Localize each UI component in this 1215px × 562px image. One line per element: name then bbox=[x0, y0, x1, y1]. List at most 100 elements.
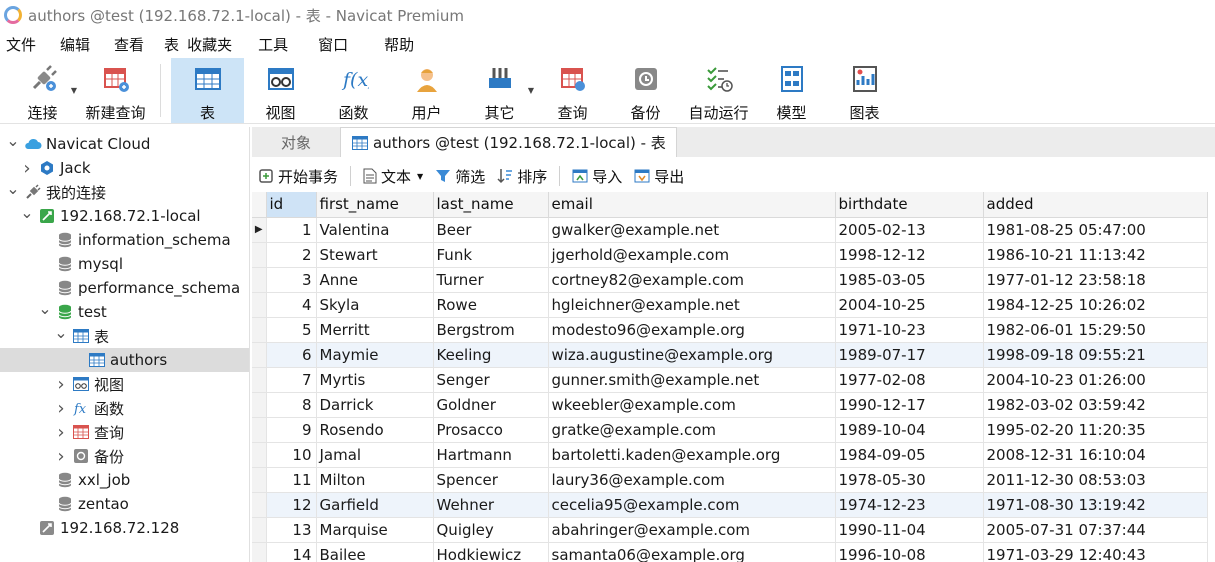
row-marker[interactable] bbox=[252, 242, 267, 268]
function-button[interactable]: f(x) 函数 bbox=[317, 58, 390, 123]
table-row[interactable]: 4 Skyla Rowe hgleichner@example.net 2004-10-… bbox=[252, 292, 1208, 318]
cell-birthdate[interactable]: 1977-02-08 bbox=[835, 367, 984, 393]
row-marker[interactable] bbox=[252, 317, 267, 343]
nav-item-information-schema[interactable]: information_schema bbox=[0, 228, 249, 252]
tab-authors-table[interactable]: authors @test (192.168.72.1-local) - 表 bbox=[340, 127, 677, 157]
cell-last-name[interactable]: Keeling bbox=[433, 342, 549, 368]
cell-added[interactable]: 2008-12-31 16:10:04 bbox=[983, 442, 1208, 468]
cell-birthdate[interactable]: 2005-02-13 bbox=[835, 217, 984, 243]
chevron-down-icon[interactable]: ⌄ bbox=[6, 179, 20, 198]
nav-item-192-168-72-1-local[interactable]: ⌄ 192.168.72.1-local bbox=[0, 203, 249, 228]
new-query-button[interactable]: 新建查询 bbox=[79, 58, 152, 123]
cell-email[interactable]: gwalker@example.net bbox=[548, 217, 836, 243]
cell-id[interactable]: 9 bbox=[266, 417, 317, 443]
cell-birthdate[interactable]: 1971-10-23 bbox=[835, 317, 984, 343]
cell-id[interactable]: 5 bbox=[266, 317, 317, 343]
cell-first-name[interactable]: Jamal bbox=[316, 442, 434, 468]
nav-item-mysql[interactable]: mysql bbox=[0, 252, 249, 276]
cell-added[interactable]: 1995-02-20 11:20:35 bbox=[983, 417, 1208, 443]
cell-first-name[interactable]: Darrick bbox=[316, 392, 434, 418]
table-row[interactable]: 5 Merritt Bergstrom modesto96@example.org 19… bbox=[252, 317, 1208, 343]
cell-added[interactable]: 2004-10-23 01:26:00 bbox=[983, 367, 1208, 393]
column-header-birthdate[interactable]: birthdate bbox=[835, 192, 984, 218]
cell-email[interactable]: bartoletti.kaden@example.org bbox=[548, 442, 836, 468]
cell-first-name[interactable]: Anne bbox=[316, 267, 434, 293]
cell-email[interactable]: cecelia95@example.com bbox=[548, 492, 836, 518]
row-marker[interactable] bbox=[252, 267, 267, 293]
cell-added[interactable]: 1984-12-25 10:26:02 bbox=[983, 292, 1208, 318]
cell-id[interactable]: 10 bbox=[266, 442, 317, 468]
sort-button[interactable]: 排序 bbox=[491, 166, 553, 187]
menu-favorites[interactable]: 收藏夹 bbox=[181, 34, 238, 55]
row-marker[interactable] bbox=[252, 417, 267, 443]
other-dropdown-icon[interactable]: ▼ bbox=[528, 86, 534, 95]
chevron-right-icon[interactable]: › bbox=[54, 446, 68, 467]
query-button[interactable]: 查询 bbox=[536, 58, 609, 123]
cell-birthdate[interactable]: 1989-10-04 bbox=[835, 417, 984, 443]
cell-last-name[interactable]: Hodkiewicz bbox=[433, 542, 549, 562]
menu-view[interactable]: 查看 bbox=[108, 34, 150, 55]
cell-birthdate[interactable]: 1989-07-17 bbox=[835, 342, 984, 368]
column-header-last-name[interactable]: last_name bbox=[433, 192, 549, 218]
cell-first-name[interactable]: Merritt bbox=[316, 317, 434, 343]
cell-email[interactable]: wiza.augustine@example.org bbox=[548, 342, 836, 368]
cell-email[interactable]: jgerhold@example.com bbox=[548, 242, 836, 268]
cell-last-name[interactable]: Goldner bbox=[433, 392, 549, 418]
chevron-down-icon[interactable]: ⌄ bbox=[20, 203, 34, 222]
column-header-email[interactable]: email bbox=[548, 192, 836, 218]
cell-birthdate[interactable]: 1990-12-17 bbox=[835, 392, 984, 418]
row-marker[interactable] bbox=[252, 517, 267, 543]
data-grid[interactable]: id first_name last_name email birthdate added… bbox=[252, 192, 1215, 562]
row-marker[interactable] bbox=[252, 342, 267, 368]
row-marker[interactable] bbox=[252, 392, 267, 418]
cell-id[interactable]: 11 bbox=[266, 467, 317, 493]
cell-email[interactable]: cortney82@example.com bbox=[548, 267, 836, 293]
backup-button[interactable]: 备份 bbox=[609, 58, 682, 123]
nav-item-navicat-cloud[interactable]: ⌄ Navicat Cloud bbox=[0, 131, 249, 156]
cell-email[interactable]: laury36@example.com bbox=[548, 467, 836, 493]
cell-last-name[interactable]: Funk bbox=[433, 242, 549, 268]
nav-item-[interactable]: › fx 函数 bbox=[0, 396, 249, 420]
chevron-down-icon[interactable]: ⌄ bbox=[6, 131, 20, 150]
chevron-right-icon[interactable]: › bbox=[54, 398, 68, 419]
cell-birthdate[interactable]: 1996-10-08 bbox=[835, 542, 984, 562]
cell-email[interactable]: abahringer@example.com bbox=[548, 517, 836, 543]
row-marker[interactable] bbox=[252, 292, 267, 318]
menu-tools[interactable]: 工具 bbox=[252, 34, 294, 55]
table-row[interactable]: 7 Myrtis Senger gunner.smith@example.net 197… bbox=[252, 367, 1208, 393]
chevron-right-icon[interactable]: › bbox=[20, 158, 34, 179]
tab-objects[interactable]: 对象 bbox=[252, 127, 340, 157]
cell-birthdate[interactable]: 1990-11-04 bbox=[835, 517, 984, 543]
filter-button[interactable]: 筛选 bbox=[429, 166, 491, 187]
cell-added[interactable]: 1982-03-02 03:59:42 bbox=[983, 392, 1208, 418]
cell-added[interactable]: 1986-10-21 11:13:42 bbox=[983, 242, 1208, 268]
cell-first-name[interactable]: Valentina bbox=[316, 217, 434, 243]
cell-id[interactable]: 8 bbox=[266, 392, 317, 418]
cell-id[interactable]: 12 bbox=[266, 492, 317, 518]
begin-transaction-button[interactable]: 开始事务 bbox=[252, 166, 344, 187]
table-row[interactable]: 13 Marquise Quigley abahringer@example.com 1… bbox=[252, 517, 1208, 543]
nav-item-authors[interactable]: authors bbox=[0, 348, 249, 372]
cell-added[interactable]: 1971-03-29 12:40:43 bbox=[983, 542, 1208, 562]
nav-item-performance-schema[interactable]: performance_schema bbox=[0, 276, 249, 300]
row-marker[interactable] bbox=[252, 367, 267, 393]
row-marker[interactable] bbox=[252, 542, 267, 562]
cell-email[interactable]: gunner.smith@example.net bbox=[548, 367, 836, 393]
export-button[interactable]: 导出 bbox=[628, 166, 690, 187]
cell-last-name[interactable]: Turner bbox=[433, 267, 549, 293]
nav-item-[interactable]: › 查询 bbox=[0, 420, 249, 444]
table-row[interactable]: 11 Milton Spencer laury36@example.com 1978-0… bbox=[252, 467, 1208, 493]
row-marker[interactable] bbox=[252, 492, 267, 518]
cell-birthdate[interactable]: 1984-09-05 bbox=[835, 442, 984, 468]
chevron-down-icon[interactable]: ⌄ bbox=[38, 299, 52, 318]
auto-run-button[interactable]: 自动运行 bbox=[682, 58, 755, 123]
table-row[interactable]: 9 Rosendo Prosacco gratke@example.com 1989-1… bbox=[252, 417, 1208, 443]
cell-id[interactable]: 7 bbox=[266, 367, 317, 393]
column-header-id[interactable]: id bbox=[266, 192, 317, 218]
cell-added[interactable]: 1982-06-01 15:29:50 bbox=[983, 317, 1208, 343]
cell-birthdate[interactable]: 2004-10-25 bbox=[835, 292, 984, 318]
nav-item-xxl-job[interactable]: xxl_job bbox=[0, 468, 249, 492]
current-row-indicator-icon[interactable]: ▶ bbox=[252, 217, 267, 243]
nav-item-[interactable]: ⌄ 我的连接 bbox=[0, 179, 249, 204]
cell-id[interactable]: 14 bbox=[266, 542, 317, 562]
